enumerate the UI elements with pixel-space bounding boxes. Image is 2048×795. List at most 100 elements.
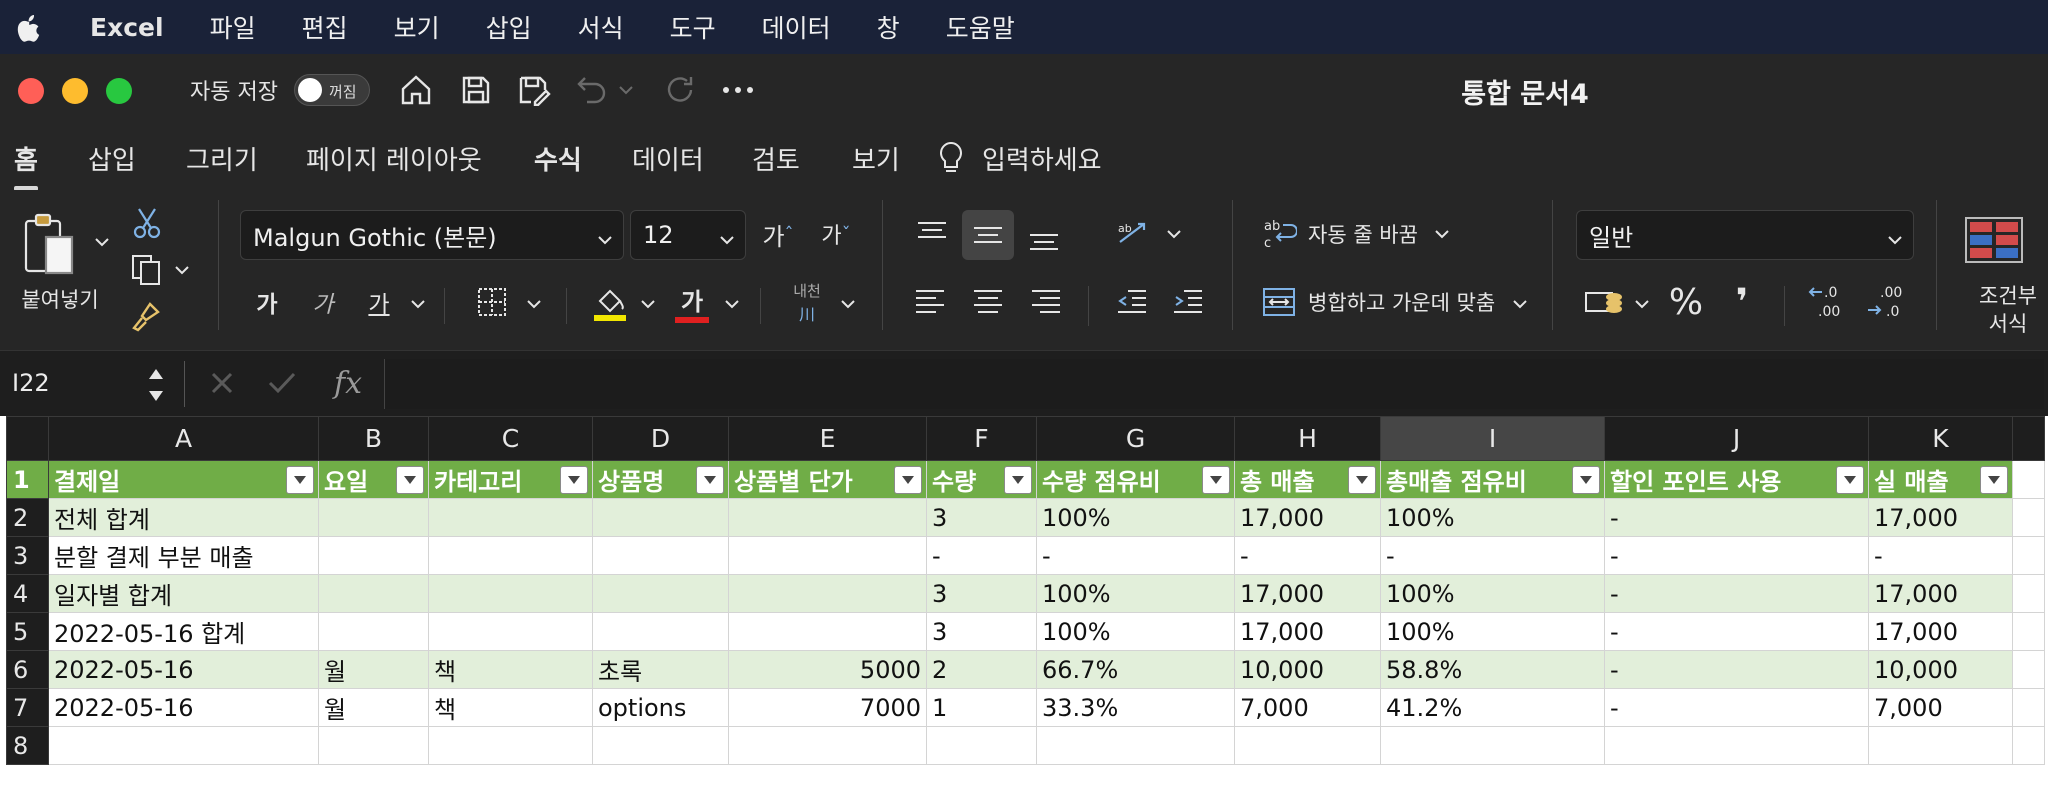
tab-data[interactable]: 데이터 [632,140,704,177]
app-name[interactable]: Excel [90,13,164,42]
column-header-d[interactable]: D [592,416,729,461]
empty-cell[interactable] [2012,536,2045,575]
copy-icon[interactable] [126,252,166,288]
cell[interactable]: 일자별 합계 [48,574,319,613]
italic-button[interactable]: 가 [306,282,340,322]
cell[interactable]: - [1868,536,2013,575]
decrease-indent-icon[interactable] [1112,282,1152,322]
column-header-e[interactable]: E [728,416,927,461]
column-header-k[interactable]: K [1868,416,2013,461]
copy-dropdown-icon[interactable] [172,260,192,280]
increase-decimal-icon[interactable]: .0.00 [1806,280,1854,324]
empty-cell[interactable] [2012,726,2045,765]
cell[interactable]: - [1604,574,1869,613]
cell[interactable]: 책 [428,688,593,727]
cell[interactable]: 100% [1380,498,1605,537]
confirm-entry-icon[interactable] [264,363,300,403]
cell[interactable]: 책 [428,650,593,689]
merge-center-dropdown-icon[interactable] [1508,294,1532,314]
formula-input[interactable] [384,359,2044,409]
conditional-formatting-label-2[interactable]: 서식 [1968,308,2048,338]
paste-icon[interactable] [20,210,80,280]
number-format-box[interactable]: 일반 [1576,210,1914,260]
row-header[interactable]: 7 [6,688,49,727]
cell[interactable]: 분할 결제 부분 매출 [48,536,319,575]
filter-dropdown-icon[interactable] [286,466,314,494]
cell[interactable]: 17,000 [1868,498,2013,537]
align-left-icon[interactable] [910,282,950,322]
borders-dropdown-icon[interactable] [522,294,546,314]
apple-icon[interactable] [12,10,46,44]
wrap-text-button[interactable]: 자동 줄 바꿈 [1308,218,1418,250]
borders-icon[interactable] [472,284,512,320]
cell[interactable] [428,498,593,537]
fill-color-dropdown-icon[interactable] [636,294,660,314]
row-header[interactable]: 8 [6,726,49,765]
cell[interactable]: 초록 [592,650,729,689]
cell[interactable] [318,574,429,613]
cell[interactable] [592,612,729,651]
accounting-dropdown-icon[interactable] [1630,294,1654,314]
empty-cell[interactable] [2012,612,2045,651]
cell[interactable] [48,726,319,765]
cell[interactable]: 월 [318,688,429,727]
cell[interactable]: 7,000 [1234,688,1381,727]
underline-button[interactable]: 가 [362,282,396,322]
header-cell[interactable]: 결제일 [48,460,319,499]
cell[interactable]: 17,000 [1234,498,1381,537]
cell[interactable] [728,574,927,613]
menu-file[interactable]: 파일 [210,9,256,45]
row-header[interactable]: 3 [6,536,49,575]
cell[interactable]: 17,000 [1234,574,1381,613]
column-header-a[interactable]: A [48,416,319,461]
cell[interactable] [728,726,927,765]
cell[interactable]: - [1036,536,1235,575]
menu-window[interactable]: 창 [877,9,900,45]
tab-view[interactable]: 보기 [852,140,900,177]
cell[interactable] [728,612,927,651]
menu-insert[interactable]: 삽입 [486,9,532,45]
cell[interactable]: 100% [1036,612,1235,651]
menu-edit[interactable]: 편집 [302,9,348,45]
header-cell[interactable]: 수량 점유비 [1036,460,1235,499]
cell[interactable]: 2022-05-16 합계 [48,612,319,651]
cell[interactable] [428,726,593,765]
bold-button[interactable]: 가 [250,282,284,322]
header-cell[interactable]: 상품별 단가 [728,460,927,499]
cell[interactable] [728,498,927,537]
minimize-window-button[interactable] [62,78,88,104]
header-cell[interactable]: 실 매출 [1868,460,2013,499]
filter-dropdown-icon[interactable] [1202,466,1230,494]
cell[interactable]: 2 [926,650,1037,689]
cell[interactable] [428,574,593,613]
cell[interactable] [1868,726,2013,765]
cell[interactable]: - [1234,536,1381,575]
cell[interactable]: 2022-05-16 [48,650,319,689]
cell[interactable]: 3 [926,612,1037,651]
filter-dropdown-icon[interactable] [1572,466,1600,494]
decrease-decimal-icon[interactable]: .00.0 [1864,280,1912,324]
cell[interactable]: 100% [1380,574,1605,613]
select-all-corner[interactable] [6,416,49,461]
increase-font-size-button[interactable]: 가ˆ [756,214,800,254]
column-header-f[interactable]: F [926,416,1037,461]
cell[interactable]: - [1604,688,1869,727]
cell[interactable]: 7,000 [1868,688,2013,727]
font-name-box[interactable]: Malgun Gothic (본문) [240,210,624,260]
empty-cell[interactable] [2012,498,2045,537]
increase-indent-icon[interactable] [1168,282,1208,322]
cell[interactable]: - [1604,650,1869,689]
save-icon[interactable] [456,70,496,110]
cell[interactable]: 7000 [728,688,927,727]
cell[interactable]: 5000 [728,650,927,689]
underline-dropdown-icon[interactable] [406,294,430,314]
accounting-format-icon[interactable] [1582,284,1626,320]
filter-dropdown-icon[interactable] [1980,466,2008,494]
cell[interactable] [318,536,429,575]
cell[interactable]: 10,000 [1868,650,2013,689]
cell[interactable]: 1 [926,688,1037,727]
cell[interactable]: - [926,536,1037,575]
cell[interactable]: 66.7% [1036,650,1235,689]
comma-style-icon[interactable]: ❜ [1722,280,1762,324]
merge-center-button[interactable]: 병합하고 가운데 맞춤 [1308,286,1495,318]
